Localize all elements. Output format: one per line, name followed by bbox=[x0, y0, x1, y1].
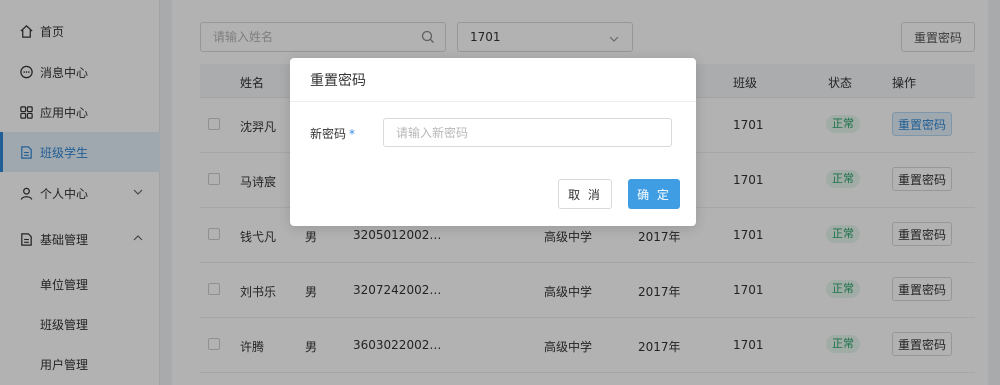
cancel-button[interactable]: 取 消 bbox=[558, 179, 612, 209]
confirm-button[interactable]: 确 定 bbox=[628, 179, 680, 209]
dialog-title: 重置密码 bbox=[290, 58, 696, 102]
new-password-label-text: 新密码 bbox=[310, 127, 347, 141]
new-password-input[interactable] bbox=[384, 119, 654, 146]
required-mark: * bbox=[349, 127, 356, 141]
new-password-label: 新密码 * bbox=[310, 125, 355, 142]
new-password-field[interactable] bbox=[383, 118, 672, 147]
reset-password-dialog: 重置密码 新密码* 取 消 确 定 bbox=[290, 58, 696, 226]
